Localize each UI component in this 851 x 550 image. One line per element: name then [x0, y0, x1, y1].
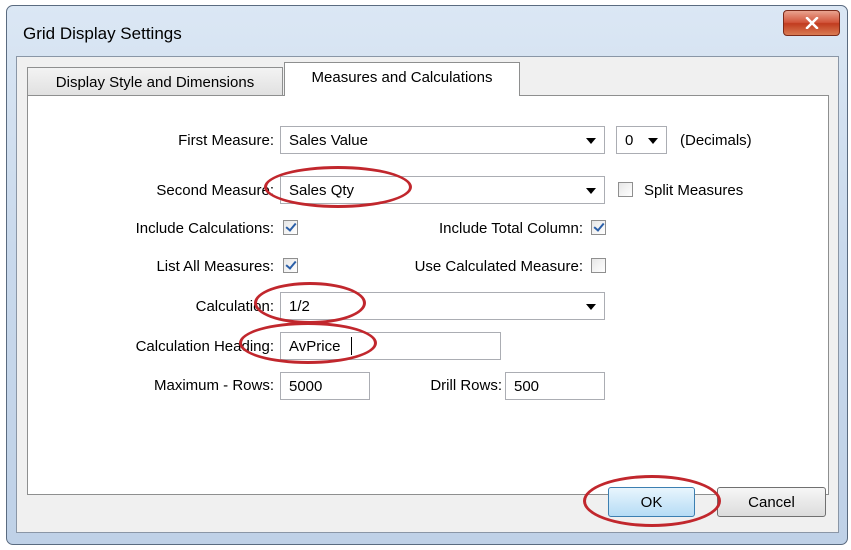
tab-panel: First Measure: Sales Value 0 (Decimals) … — [27, 95, 829, 495]
ok-button[interactable]: OK — [608, 487, 695, 517]
decimals-value: 0 — [625, 132, 634, 149]
maximum-rows-label: Maximum - Rows: — [153, 377, 274, 394]
chevron-down-icon — [648, 138, 658, 144]
list-all-measures-label: List All Measures: — [156, 258, 274, 275]
second-measure-dropdown[interactable]: Sales Qty — [280, 176, 605, 204]
calculation-dropdown[interactable]: 1/2 — [280, 292, 605, 320]
calculation-value: 1/2 — [289, 298, 310, 315]
list-all-measures-checkbox[interactable] — [283, 258, 298, 273]
dialog-client-area: Display Style and Dimensions Measures an… — [16, 56, 839, 533]
first-measure-value: Sales Value — [289, 132, 368, 149]
dialog-title: Grid Display Settings — [23, 24, 182, 43]
use-calculated-measure-checkbox[interactable] — [591, 258, 606, 273]
first-measure-label: First Measure: — [178, 132, 274, 149]
chevron-down-icon — [586, 188, 596, 194]
include-total-column-checkbox[interactable] — [591, 220, 606, 235]
include-calculations-checkbox[interactable] — [283, 220, 298, 235]
second-measure-value: Sales Qty — [289, 182, 355, 199]
drill-rows-value: 500 — [514, 378, 540, 395]
second-measure-label: Second Measure: — [156, 182, 274, 199]
dialog-window: Grid Display Settings Display Style and … — [6, 5, 848, 545]
include-calculations-label: Include Calculations: — [135, 220, 274, 237]
first-measure-dropdown[interactable]: Sales Value — [280, 126, 605, 154]
tab-measures-calculations[interactable]: Measures and Calculations — [284, 62, 520, 96]
maximum-rows-value: 5000 — [289, 378, 323, 395]
split-measures-checkbox[interactable] — [618, 182, 633, 197]
calculation-label: Calculation: — [195, 298, 274, 315]
drill-rows-input[interactable]: 500 — [505, 372, 605, 400]
split-measures-label: Split Measures — [644, 182, 744, 199]
close-button[interactable] — [783, 10, 840, 36]
cancel-button[interactable]: Cancel — [717, 487, 826, 517]
decimals-dropdown[interactable]: 0 — [616, 126, 667, 154]
title-bar: Grid Display Settings — [7, 6, 847, 56]
drill-rows-label: Drill Rows: — [430, 377, 502, 394]
calculation-heading-value: AvPrice — [289, 338, 341, 355]
chevron-down-icon — [586, 304, 596, 310]
decimals-label: (Decimals) — [680, 132, 752, 149]
include-total-column-label: Include Total Column: — [439, 220, 583, 237]
calculation-heading-label: Calculation Heading: — [135, 338, 274, 355]
use-calculated-measure-label: Use Calculated Measure: — [414, 258, 583, 275]
chevron-down-icon — [586, 138, 596, 144]
text-caret — [351, 337, 352, 355]
tab-display-style[interactable]: Display Style and Dimensions — [27, 67, 283, 95]
maximum-rows-input[interactable]: 5000 — [280, 372, 370, 400]
close-icon — [805, 17, 818, 29]
calculation-heading-input[interactable]: AvPrice — [280, 332, 501, 360]
